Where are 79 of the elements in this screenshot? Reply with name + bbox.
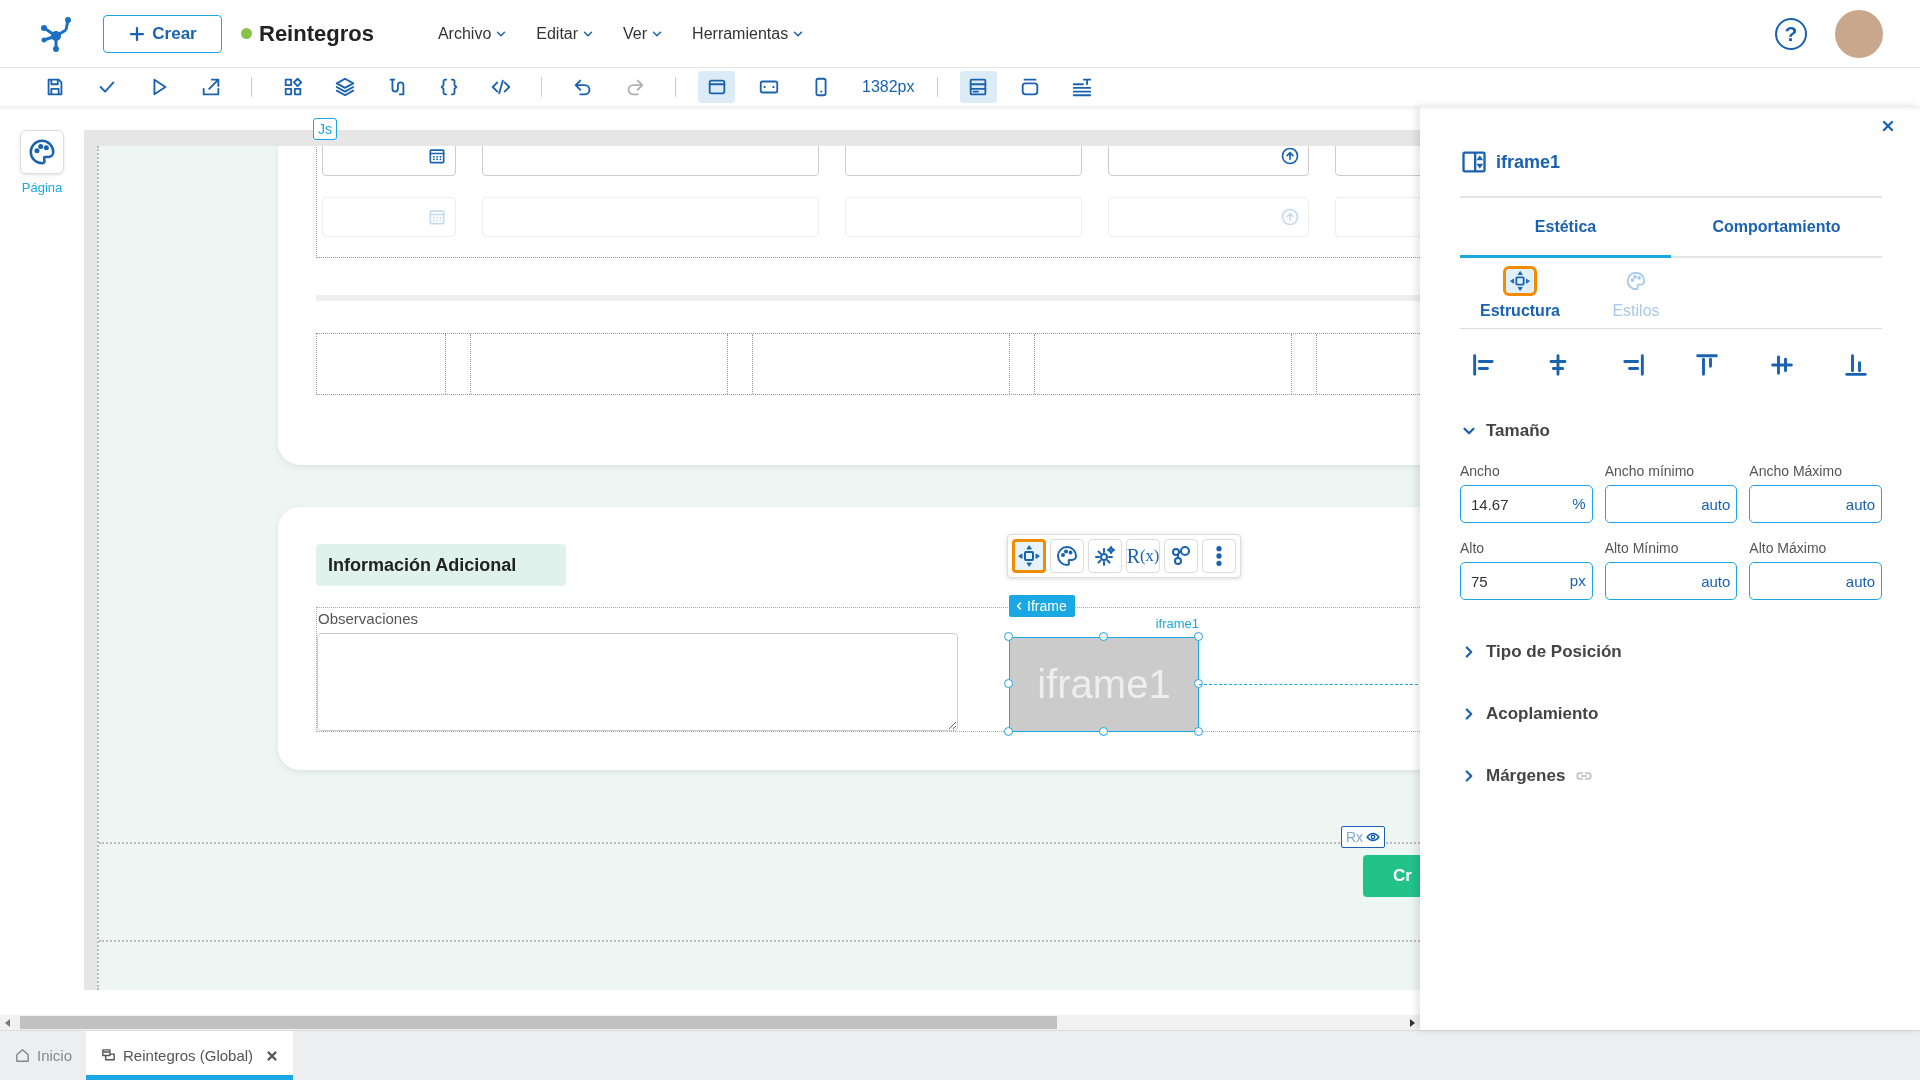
layout-icon xyxy=(967,76,989,98)
resize-handle[interactable] xyxy=(1004,679,1013,688)
text-field[interactable] xyxy=(482,146,819,176)
section-title: Información Adicional xyxy=(316,544,566,586)
layers-icon xyxy=(333,76,356,98)
close-button[interactable] xyxy=(1880,118,1896,134)
resize-handle[interactable] xyxy=(1004,727,1013,736)
observations-field[interactable] xyxy=(317,633,958,731)
home-icon xyxy=(14,1047,31,1064)
plus-icon xyxy=(128,24,147,43)
help-button[interactable]: ? xyxy=(1775,17,1807,50)
text-field[interactable] xyxy=(845,146,1082,176)
gear-icon xyxy=(1093,544,1117,568)
resize-handle[interactable] xyxy=(1194,727,1203,736)
observations-label: Observaciones xyxy=(317,609,420,629)
panel-title: iframe1 xyxy=(1496,151,1561,173)
close-icon xyxy=(265,1048,280,1063)
field-label: Alto Máximo xyxy=(1749,540,1828,556)
resize-handle[interactable] xyxy=(1099,727,1108,736)
unit-label: px xyxy=(1569,572,1586,589)
scrollbar[interactable] xyxy=(0,1015,1420,1030)
resize-handle[interactable] xyxy=(1194,679,1203,688)
move-button[interactable] xyxy=(1012,539,1046,573)
move-icon xyxy=(1509,270,1531,292)
text-field[interactable] xyxy=(1335,146,1420,176)
document-tab[interactable]: Inicio xyxy=(0,1031,87,1080)
section-header[interactable]: Tamaño xyxy=(1460,421,1550,441)
field-label: Ancho xyxy=(1460,463,1501,479)
field-label: Ancho mínimo xyxy=(1604,463,1696,479)
size-field[interactable]: auto xyxy=(1604,485,1738,523)
upload-field[interactable] xyxy=(1108,146,1309,176)
nodes-button[interactable] xyxy=(1164,539,1198,573)
menu-item[interactable]: Editar xyxy=(536,24,596,43)
section-header[interactable]: Tipo de Posición xyxy=(1460,642,1622,662)
field-label: Alto Mínimo xyxy=(1604,540,1680,556)
gear-button[interactable] xyxy=(1088,539,1122,573)
menu-item[interactable]: Herramientas xyxy=(692,24,806,43)
subtab[interactable]: Estructura xyxy=(1472,266,1568,320)
page-button[interactable] xyxy=(20,130,64,174)
section-header[interactable]: Acoplamiento xyxy=(1460,704,1599,724)
palette-button[interactable] xyxy=(1050,539,1084,573)
palette-icon xyxy=(1055,544,1079,568)
palette-icon xyxy=(27,137,57,167)
resize-handle[interactable] xyxy=(1194,632,1203,641)
document-tab[interactable]: Reintegros (Global) xyxy=(86,1031,294,1080)
align-lines-icon xyxy=(1071,76,1093,98)
calendar-icon xyxy=(427,207,447,227)
field-label: Ancho Máximo xyxy=(1749,463,1843,479)
section-header[interactable]: Márgenes xyxy=(1460,766,1596,786)
close-icon xyxy=(1880,118,1896,134)
upload-icon xyxy=(1280,207,1300,227)
size-field[interactable]: auto xyxy=(1749,562,1882,600)
panel-icon xyxy=(1019,76,1041,98)
more-icon xyxy=(1216,546,1222,566)
panel-tab[interactable]: Comportamiento xyxy=(1671,198,1882,258)
calendar-icon xyxy=(427,146,447,166)
nodes-icon xyxy=(1169,544,1193,568)
app-title: Reintegros xyxy=(259,20,374,47)
palette-icon xyxy=(1625,270,1647,292)
menu-item[interactable]: Archivo xyxy=(437,24,509,43)
size-field[interactable]: auto xyxy=(1749,485,1882,523)
date-field[interactable] xyxy=(322,146,456,176)
resize-handle[interactable] xyxy=(1004,632,1013,641)
monitor-button[interactable] xyxy=(698,71,735,103)
size-field[interactable]: auto xyxy=(1604,562,1738,600)
resize-handle[interactable] xyxy=(1099,632,1108,641)
viewport-width: 1382px xyxy=(862,78,915,96)
status-dot xyxy=(241,28,252,39)
panel-tab[interactable]: Estética xyxy=(1460,198,1671,258)
page-label: Página xyxy=(21,180,63,195)
menu-item[interactable]: Ver xyxy=(623,24,665,43)
unit-label: % xyxy=(1572,495,1586,512)
move-icon xyxy=(1017,544,1041,568)
component-name: iframe1 xyxy=(1155,616,1199,631)
create-button[interactable]: Crear xyxy=(103,14,222,53)
upload-icon xyxy=(1280,146,1300,166)
more-button[interactable] xyxy=(1202,539,1236,573)
layout-button[interactable] xyxy=(959,71,997,103)
field-label: Alto xyxy=(1460,540,1486,556)
